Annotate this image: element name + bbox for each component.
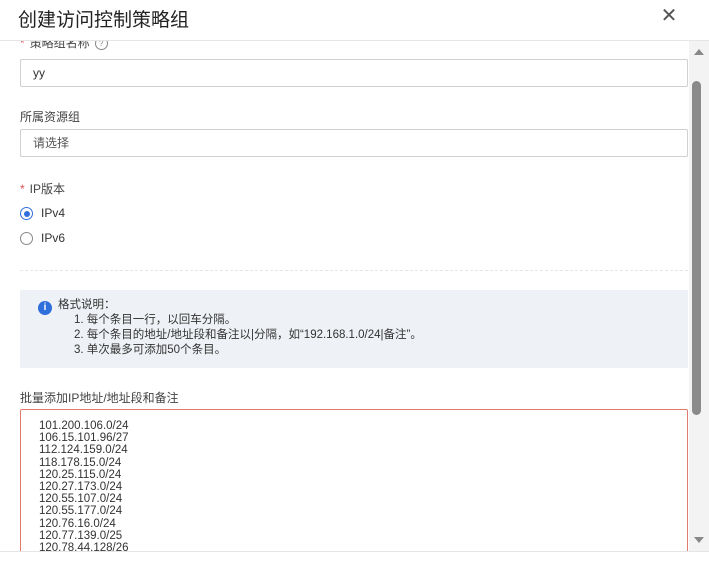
ip-entry: 120.55.107.0/24 [39,493,123,506]
batch-add-label: 批量添加IP地址/地址段和备注 [20,391,179,405]
resource-group-select[interactable]: 请选择 [20,129,688,157]
radio-ipv6[interactable]: IPv6 [20,231,65,247]
info-icon: i [38,301,52,315]
ip-entry: 120.77.139.0/25 [39,529,123,542]
batch-ip-textarea[interactable]: 101.200.106.0/24 106.15.101.96/27 112.12… [20,409,688,551]
notice-title: 格式说明： [58,299,116,311]
radio-unchecked-icon[interactable] [20,232,33,246]
resource-group-label: 所属资源组 [20,110,81,124]
required-marker: * [20,41,25,50]
dialog-body[interactable]: * 策略组名称? yy 所属资源组 请选择 * IP版本 IPv4 IPv6 i 格… [0,41,689,551]
ip-entry: 118.178.15.0/24 [39,456,122,469]
help-icon[interactable]: ? [94,41,108,51]
ip-version-label: * IP版本 [20,182,66,196]
divider [20,270,688,271]
scroll-up-arrow-icon[interactable] [694,49,704,55]
notice-line: 2. 每个条目的地址/地址段和备注以|分隔，如“192.168.1.0/24|备… [74,329,422,341]
required-marker: * [20,182,25,196]
ip-entry: 120.27.173.0/24 [39,480,123,493]
scrollbar-thumb[interactable] [692,81,701,415]
radio-checked-icon[interactable] [20,207,33,221]
ip-entry: 120.76.16.0/24 [39,517,116,530]
dialog-header: 创建访问控制策略组 ✕ [0,0,709,41]
scroll-down-arrow-icon[interactable] [694,537,704,543]
notice-line: 1. 每个条目一行，以回车分隔。 [74,314,237,326]
policy-group-name-input[interactable]: yy [20,59,688,87]
close-icon[interactable]: ✕ [659,6,679,26]
notice-line: 3. 单次最多可添加50个条目。 [74,344,227,356]
footer-divider [0,551,709,552]
vertical-scrollbar[interactable] [689,41,709,551]
format-notice: i 格式说明： 1. 每个条目一行，以回车分隔。 2. 每个条目的地址/地址段和… [20,290,688,368]
name-field-label: * 策略组名称? [20,41,108,51]
ip-entry: 101.200.106.0/24 [39,420,129,432]
radio-ipv4[interactable]: IPv4 [20,206,65,222]
ip-entry: 120.55.177.0/24 [39,505,123,518]
ip-entry: 106.15.101.96/27 [39,432,129,445]
ip-entry: 112.124.159.0/24 [39,444,128,457]
ip-entry: 120.78.44.128/26 [39,541,129,551]
ip-entry: 120.25.115.0/24 [39,468,122,481]
dialog-title: 创建访问控制策略组 [18,10,190,31]
